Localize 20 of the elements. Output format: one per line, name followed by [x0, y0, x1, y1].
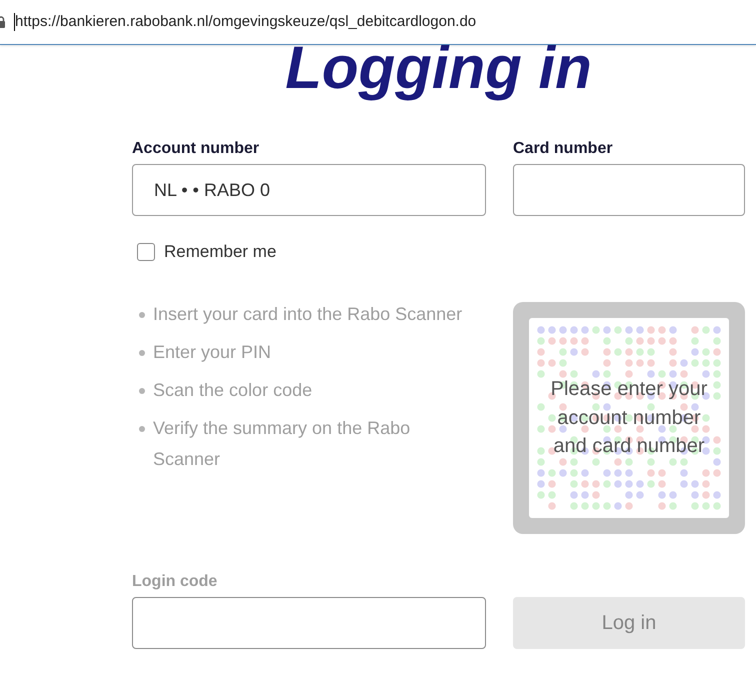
page-heading: Logging in — [284, 46, 593, 102]
field-label: Account number — [132, 139, 260, 159]
bullet-icon — [139, 426, 145, 432]
checkbox-label[interactable]: Remember me — [164, 242, 276, 262]
bullet-icon — [139, 312, 145, 318]
remember-me-checkbox[interactable] — [137, 243, 155, 261]
step-text: Enter your PIN — [153, 341, 272, 364]
account-number-field[interactable]: NL • • RABO 0 — [132, 164, 486, 216]
text-cursor — [14, 13, 15, 31]
field-label: Card number — [513, 139, 613, 159]
step-text: Verify the summary on the Rabo Scanner — [153, 417, 412, 471]
card-number-field[interactable] — [513, 164, 745, 216]
step-text: Insert your card into the Rabo Scanner — [153, 303, 462, 326]
color-code-message: Please enter your account number and card number — [550, 377, 708, 460]
lock-icon — [0, 16, 5, 28]
step-text: Scan the color code — [153, 379, 312, 402]
field-label: Login code — [132, 572, 218, 592]
bullet-icon — [139, 388, 145, 394]
url-text[interactable]: https://bankieren.rabobank.nl/omgevingskeuze/qsl_debitcardlogon.do — [15, 10, 476, 34]
bullet-icon — [139, 350, 145, 356]
